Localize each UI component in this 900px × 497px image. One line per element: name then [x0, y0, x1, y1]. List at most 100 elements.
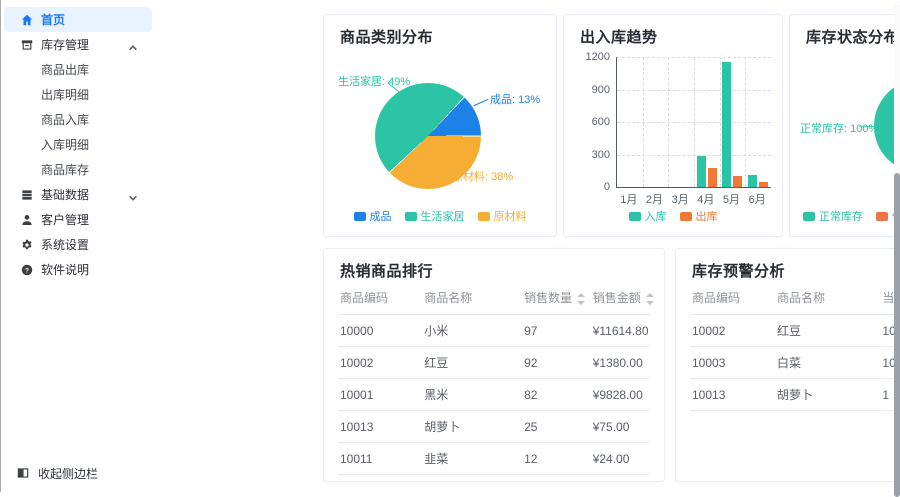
bar-入库[interactable] [748, 175, 757, 187]
table-cell: 10002 [338, 347, 422, 379]
sidebar-item-inventory-management[interactable]: 库存管理 [4, 32, 152, 57]
table-cell: 10011 [338, 443, 422, 475]
sidebar-item-home[interactable]: 首页 [4, 7, 152, 32]
sidebar-item-customer-management[interactable]: 客户管理 [4, 207, 152, 232]
legend-swatch [405, 212, 417, 221]
collapse-sidebar-button[interactable]: 收起侧边栏 [1, 461, 155, 486]
bar-入库[interactable] [722, 62, 731, 187]
sidebar-item-label: 商品库存 [41, 161, 89, 178]
legend-swatch [629, 212, 641, 221]
chevron-up-icon [128, 40, 138, 50]
bar-入库[interactable] [697, 156, 706, 187]
bar-出库[interactable] [708, 168, 717, 187]
table-cell: 82 [522, 379, 591, 411]
legend-item[interactable]: 正常库存 [803, 208, 863, 224]
home-icon [19, 12, 34, 27]
y-axis-label: 1200 [568, 51, 610, 63]
inout-bar-legend: 入库出库 [564, 208, 782, 224]
legend-item[interactable]: 原材料 [478, 208, 527, 224]
legend-label: 生活家居 [421, 208, 465, 224]
table-cell: 胡萝卜 [422, 411, 522, 443]
legend-label: 正常库存 [819, 208, 863, 224]
table-cell: 红豆 [775, 315, 880, 347]
stock-status-legend: 正常库存低库存预警高库存预警 [790, 208, 900, 224]
column-header: 商品编码 [690, 283, 775, 315]
legend-item[interactable]: 入库 [629, 208, 667, 224]
table-cell: 白菜 [775, 347, 880, 379]
column-header-label: 销售数量 [524, 291, 572, 305]
inout-bar-chart[interactable] [616, 57, 771, 188]
table-cell: 韭菜 [422, 443, 522, 475]
pie-label-normal-stock: 正常库存: 100% [800, 120, 878, 136]
table-cell: ¥1380.00 [591, 347, 650, 379]
legend-item[interactable]: 出库 [680, 208, 718, 224]
pie-label-raw-material: 原材料: 38% [452, 168, 513, 184]
table-row: 10013胡萝卜11 [690, 379, 900, 411]
sidebar: 首页库存管理商品出库出库明细商品入库入库明细商品库存基础数据客户管理系统设置 ?软… [1, 0, 156, 492]
sidebar-item-label: 系统设置 [41, 236, 89, 253]
sidebar-item-system-settings[interactable]: 系统设置 [4, 232, 152, 257]
x-axis-label: 4月 [693, 191, 719, 207]
category-pie-legend: 成品 生活家居原材料 [324, 208, 556, 224]
sidebar-item-software-info[interactable]: ?软件说明 [4, 257, 152, 282]
pie-label-household: 生活家居: 49% [338, 73, 410, 89]
legend-swatch [876, 212, 888, 221]
chevron-down-icon [128, 190, 138, 200]
bar-group-2月 [643, 57, 669, 187]
column-header-label: 商品编码 [692, 291, 740, 305]
legend-swatch [354, 212, 366, 221]
pie-leader-line [473, 99, 488, 106]
sidebar-item-label: 基础数据 [41, 186, 89, 203]
sort-caret-icon[interactable] [576, 293, 584, 305]
gear-icon [19, 237, 34, 252]
table-header-row: 商品编码商品名称销售数量销售金额 [338, 283, 650, 315]
x-axis-label: 2月 [642, 191, 668, 207]
card-title-category: 商品类别分布 [340, 26, 433, 47]
table-cell: 92 [522, 347, 591, 379]
table-cell: 25 [522, 411, 591, 443]
sidebar-item-inbound-detail[interactable]: 入库明细 [4, 132, 152, 157]
table-cell: 10013 [338, 411, 422, 443]
legend-item[interactable]: 成品 [354, 208, 392, 224]
bar-group-6月 [745, 57, 771, 187]
table-header-row: 商品编码商品名称当前库存预警值 [690, 283, 900, 315]
column-header-label: 商品名称 [777, 291, 825, 305]
legend-item[interactable]: 生活家居 [405, 208, 465, 224]
sidebar-item-base-data[interactable]: 基础数据 [4, 182, 152, 207]
sidebar-item-label: 库存管理 [41, 36, 89, 53]
legend-label: 入库 [645, 208, 667, 224]
table-cell: 10013 [690, 379, 775, 411]
card-title-stock-warning: 库存预警分析 [692, 260, 785, 281]
table-cell: 胡萝卜 [775, 379, 880, 411]
column-header[interactable]: 销售数量 [522, 283, 591, 315]
scrollbar-thumb[interactable] [894, 173, 900, 497]
vertical-scrollbar [894, 5, 900, 492]
column-header[interactable]: 销售金额 [591, 283, 650, 315]
table-cell: 黑米 [422, 379, 522, 411]
sidebar-item-product-stock[interactable]: 商品库存 [4, 157, 152, 182]
table-cell: ¥24.00 [591, 443, 650, 475]
sidebar-item-label: 商品入库 [41, 111, 89, 128]
bar-group-5月 [720, 57, 746, 187]
help-icon: ? [19, 262, 34, 277]
column-header: 商品编码 [338, 283, 422, 315]
x-axis-label: 6月 [744, 191, 770, 207]
card-title-trend: 出入库趋势 [580, 26, 658, 47]
hot-products-table: 商品编码商品名称销售数量销售金额10000小米97¥11614.8010002红… [338, 283, 650, 475]
table-cell: 红豆 [422, 347, 522, 379]
sidebar-item-product-inbound[interactable]: 商品入库 [4, 107, 152, 132]
card-title-hot-products: 热销商品排行 [340, 260, 433, 281]
bar-出库[interactable] [759, 182, 768, 187]
column-header-label: 销售金额 [593, 291, 641, 305]
bar-出库[interactable] [733, 176, 742, 187]
sidebar-item-product-outbound[interactable]: 商品出库 [4, 57, 152, 82]
sidebar-nav: 首页库存管理商品出库出库明细商品入库入库明细商品库存基础数据客户管理系统设置 ?软… [1, 7, 155, 282]
card-stock-status: 库存状态分布 正常库存: 100% 高库存预警: 1 正常库存低库存预警高库存预… [789, 14, 900, 237]
table-cell: 10002 [690, 315, 775, 347]
card-category-distribution: 商品类别分布 生活家居: 49% 成品: 13% 原材料: 38% 成品生活家居… [323, 14, 557, 237]
stock-warning-table: 商品编码商品名称当前库存预警值10002红豆108510003白菜1001100… [690, 283, 900, 411]
table-row: 10002红豆92¥1380.00 [338, 347, 650, 379]
sidebar-item-outbound-detail[interactable]: 出库明细 [4, 82, 152, 107]
sidebar-item-label: 首页 [41, 11, 65, 28]
sort-caret-icon[interactable] [645, 293, 653, 305]
